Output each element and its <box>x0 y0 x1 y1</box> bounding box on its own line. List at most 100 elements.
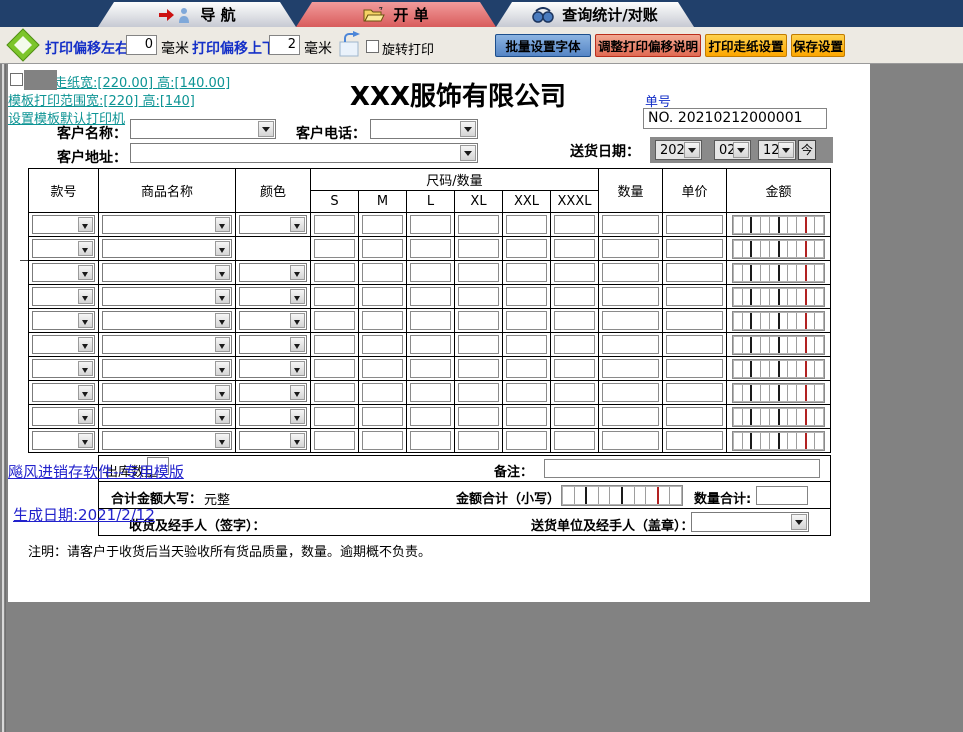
style-no-combo[interactable] <box>32 335 95 354</box>
customer-name-combo[interactable] <box>130 119 276 139</box>
product-name-combo[interactable] <box>102 335 232 354</box>
chevron-down-icon[interactable] <box>215 217 230 232</box>
software-template-link[interactable]: 飚风进销存软件--专用模版 <box>8 461 184 482</box>
product-name-combo[interactable] <box>102 287 232 306</box>
color-combo[interactable] <box>239 335 307 354</box>
chevron-down-icon[interactable] <box>290 409 305 424</box>
size-xxxl-input[interactable] <box>554 383 595 402</box>
style-no-combo[interactable] <box>32 263 95 282</box>
size-xxxl-input[interactable] <box>554 431 595 450</box>
unit-price-input[interactable] <box>666 287 723 306</box>
size-xxl-input[interactable] <box>506 407 547 426</box>
size-xl-input[interactable] <box>458 383 499 402</box>
style-no-combo[interactable] <box>32 359 95 378</box>
chevron-down-icon[interactable] <box>460 121 476 137</box>
rotate-print-checkbox[interactable] <box>366 40 379 53</box>
qty-input[interactable] <box>602 239 659 258</box>
size-xxxl-input[interactable] <box>554 359 595 378</box>
size-xxxl-input[interactable] <box>554 311 595 330</box>
size-m-input[interactable] <box>362 215 403 234</box>
generate-date-link[interactable]: 生成日期:2021/2/12 <box>13 504 155 525</box>
offset-lr-input[interactable]: 0 <box>126 35 157 55</box>
chevron-down-icon[interactable] <box>733 142 749 158</box>
product-name-combo[interactable] <box>102 263 232 282</box>
size-xl-input[interactable] <box>458 263 499 282</box>
offset-ud-input[interactable]: 2 <box>269 35 300 55</box>
size-s-input[interactable] <box>314 359 355 378</box>
qty-input[interactable] <box>602 263 659 282</box>
chevron-down-icon[interactable] <box>215 241 230 256</box>
size-xl-input[interactable] <box>458 431 499 450</box>
chevron-down-icon[interactable] <box>78 409 93 424</box>
paper-feed-button[interactable]: 打印走纸设置 <box>705 34 787 57</box>
size-xl-input[interactable] <box>458 407 499 426</box>
chevron-down-icon[interactable] <box>215 313 230 328</box>
remark-input[interactable] <box>544 459 820 478</box>
color-combo[interactable] <box>239 383 307 402</box>
color-combo[interactable] <box>239 407 307 426</box>
date-month-select[interactable]: 02 <box>714 140 751 160</box>
size-xl-input[interactable] <box>458 311 499 330</box>
batch-font-button[interactable]: 批量设置字体 <box>495 34 591 57</box>
size-xl-input[interactable] <box>458 287 499 306</box>
unit-price-input[interactable] <box>666 311 723 330</box>
size-xxl-input[interactable] <box>506 335 547 354</box>
size-s-input[interactable] <box>314 431 355 450</box>
chevron-down-icon[interactable] <box>290 313 305 328</box>
size-l-input[interactable] <box>410 335 451 354</box>
size-m-input[interactable] <box>362 287 403 306</box>
size-l-input[interactable] <box>410 215 451 234</box>
chevron-down-icon[interactable] <box>684 142 700 158</box>
size-s-input[interactable] <box>314 287 355 306</box>
size-m-input[interactable] <box>362 263 403 282</box>
size-xxl-input[interactable] <box>506 311 547 330</box>
size-l-input[interactable] <box>410 263 451 282</box>
size-xxxl-input[interactable] <box>554 239 595 258</box>
order-no-input[interactable]: NO. 20210212000001 <box>643 108 827 129</box>
qty-input[interactable] <box>602 383 659 402</box>
size-xxl-input[interactable] <box>506 215 547 234</box>
chevron-down-icon[interactable] <box>78 289 93 304</box>
chevron-down-icon[interactable] <box>290 265 305 280</box>
qty-input[interactable] <box>602 311 659 330</box>
chevron-down-icon[interactable] <box>215 337 230 352</box>
color-combo[interactable] <box>239 431 307 450</box>
tab-query-statistics[interactable]: 查询统计/对账 <box>496 2 694 27</box>
size-xxl-input[interactable] <box>506 431 547 450</box>
size-xl-input[interactable] <box>458 359 499 378</box>
product-name-combo[interactable] <box>102 311 232 330</box>
chevron-down-icon[interactable] <box>78 361 93 376</box>
chevron-down-icon[interactable] <box>78 385 93 400</box>
unit-price-input[interactable] <box>666 335 723 354</box>
size-l-input[interactable] <box>410 407 451 426</box>
size-xxxl-input[interactable] <box>554 263 595 282</box>
style-no-combo[interactable] <box>32 287 95 306</box>
style-no-combo[interactable] <box>32 407 95 426</box>
chevron-down-icon[interactable] <box>215 361 230 376</box>
qty-input[interactable] <box>602 407 659 426</box>
template-range-link[interactable]: 模板打印范围宽:[220] 高:[140] <box>8 90 195 109</box>
qty-total-input[interactable] <box>756 486 808 505</box>
size-s-input[interactable] <box>314 383 355 402</box>
style-no-combo[interactable] <box>32 383 95 402</box>
product-name-combo[interactable] <box>102 359 232 378</box>
unit-price-input[interactable] <box>666 263 723 282</box>
size-xxl-input[interactable] <box>506 359 547 378</box>
unit-price-input[interactable] <box>666 431 723 450</box>
chevron-down-icon[interactable] <box>791 514 807 530</box>
size-xxxl-input[interactable] <box>554 407 595 426</box>
size-xxxl-input[interactable] <box>554 335 595 354</box>
customer-phone-combo[interactable] <box>370 119 478 139</box>
size-m-input[interactable] <box>362 431 403 450</box>
tab-create-order[interactable]: 开 单 <box>296 2 496 27</box>
style-no-combo[interactable] <box>32 311 95 330</box>
chevron-down-icon[interactable] <box>78 313 93 328</box>
chevron-down-icon[interactable] <box>290 385 305 400</box>
chevron-down-icon[interactable] <box>460 145 476 161</box>
unit-price-input[interactable] <box>666 215 723 234</box>
unit-price-input[interactable] <box>666 239 723 258</box>
size-xxl-input[interactable] <box>506 239 547 258</box>
color-combo[interactable] <box>239 215 307 234</box>
color-combo[interactable] <box>239 263 307 282</box>
customer-addr-combo[interactable] <box>130 143 478 163</box>
